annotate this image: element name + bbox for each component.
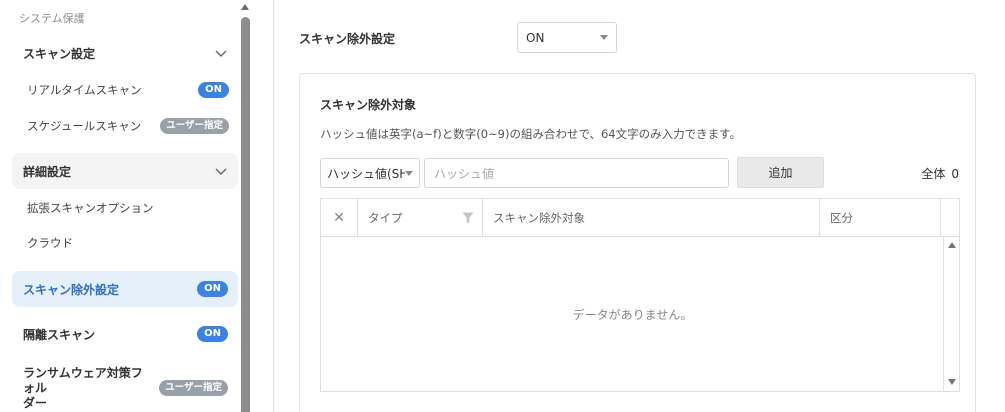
status-badge: ユーザー指定 bbox=[159, 380, 228, 396]
sidebar-group-label: 隔離スキャン bbox=[23, 327, 96, 342]
caret-down-icon bbox=[405, 170, 413, 176]
status-badge: ON bbox=[197, 326, 228, 342]
total-count: 全体 0 bbox=[921, 165, 959, 182]
scroll-down-arrow-icon[interactable] bbox=[948, 379, 956, 385]
sidebar-item-scheduled-scan[interactable]: スケジュールスキャン ユーザー指定 bbox=[27, 114, 229, 138]
panel-title: スキャン除外対象 bbox=[320, 98, 417, 112]
sidebar-group-label: スキャン除外設定 bbox=[23, 282, 120, 297]
scan-exclusion-toggle-select[interactable]: ON bbox=[517, 22, 617, 53]
sidebar-group-ransomware-folder[interactable]: ランサムウェア対策フォル ダー ユーザー指定 bbox=[12, 366, 238, 411]
label-line-2: ダー bbox=[23, 395, 48, 410]
sidebar-item-label: クラウド bbox=[27, 236, 73, 250]
scan-exclusion-setting-label: スキャン除外設定 bbox=[299, 32, 396, 46]
main-content: スキャン除外設定 ON スキャン除外対象 ハッシュ値は英字(a~f)と数字(0~… bbox=[274, 0, 1005, 412]
select-all-close-icon[interactable]: ✕ bbox=[321, 199, 358, 236]
column-label: タイプ bbox=[368, 210, 403, 225]
hash-input[interactable]: ハッシュ値 bbox=[424, 158, 729, 188]
column-label: 区分 bbox=[830, 210, 853, 225]
sidebar-item-label: スケジュールスキャン bbox=[27, 119, 142, 133]
label-line-1: ランサムウェア対策フォル bbox=[23, 365, 143, 395]
sidebar-group-label: スキャン設定 bbox=[23, 46, 96, 61]
exclusion-table: ✕ タイプ スキャン除外対象 区分 データがありません。 bbox=[320, 198, 960, 392]
sidebar-group-scan-exclusion[interactable]: スキャン除外設定 ON bbox=[12, 271, 238, 307]
sidebar-item-realtime-scan[interactable]: リアルタイムスキャン ON bbox=[27, 78, 229, 102]
chevron-down-icon bbox=[214, 46, 228, 60]
chevron-down-icon bbox=[214, 164, 228, 178]
sidebar: システム保護 スキャン設定 リアルタイムスキャン ON スケジュールスキャン ユ… bbox=[0, 0, 253, 412]
sidebar-section-title: システム保護 bbox=[19, 12, 85, 25]
header-scroll-spacer bbox=[941, 199, 959, 236]
table-scrollbar[interactable] bbox=[943, 237, 959, 391]
caret-down-icon bbox=[600, 35, 608, 40]
status-badge: ON bbox=[197, 281, 228, 297]
sidebar-group-scan-settings[interactable]: スキャン設定 bbox=[12, 35, 238, 71]
sidebar-group-advanced-settings[interactable]: 詳細設定 bbox=[12, 153, 238, 189]
add-button[interactable]: 追加 bbox=[737, 157, 824, 188]
select-value: ON bbox=[526, 30, 545, 45]
column-header-type[interactable]: タイプ bbox=[358, 199, 483, 236]
sidebar-group-label: ランサムウェア対策フォル ダー bbox=[23, 366, 153, 411]
column-label: スキャン除外対象 bbox=[493, 210, 585, 225]
sidebar-scrollbar-thumb[interactable] bbox=[241, 17, 250, 412]
select-value: ハッシュ値(SH bbox=[327, 166, 405, 181]
total-value: 0 bbox=[951, 167, 959, 181]
exclusion-type-select[interactable]: ハッシュ値(SH bbox=[320, 158, 420, 188]
table-header: ✕ タイプ スキャン除外対象 区分 bbox=[321, 199, 959, 237]
panel-description: ハッシュ値は英字(a~f)と数字(0~9)の組み合わせで、64文字のみ入力できま… bbox=[320, 127, 741, 141]
empty-message: データがありません。 bbox=[572, 307, 693, 322]
sidebar-item-label: リアルタイムスキャン bbox=[27, 83, 142, 97]
status-badge: ユーザー指定 bbox=[160, 118, 229, 134]
status-badge: ON bbox=[198, 82, 229, 98]
sidebar-item-extended-scan-options[interactable]: 拡張スキャンオプション bbox=[27, 196, 229, 220]
column-header-exclusion-target[interactable]: スキャン除外対象 bbox=[483, 199, 820, 236]
scroll-up-arrow-icon[interactable] bbox=[948, 242, 956, 248]
filter-icon[interactable] bbox=[462, 212, 474, 227]
sidebar-item-label: 拡張スキャンオプション bbox=[27, 201, 154, 215]
exclusion-target-panel: スキャン除外対象 ハッシュ値は英字(a~f)と数字(0~9)の組み合わせで、64… bbox=[299, 73, 976, 412]
scroll-up-arrow-icon[interactable] bbox=[241, 4, 249, 10]
total-label: 全体 bbox=[921, 167, 946, 181]
sidebar-group-quarantine-scan[interactable]: 隔離スキャン ON bbox=[12, 316, 238, 352]
column-header-category[interactable]: 区分 bbox=[820, 199, 941, 236]
sidebar-group-label: 詳細設定 bbox=[23, 164, 72, 179]
sidebar-item-cloud[interactable]: クラウド bbox=[27, 231, 229, 255]
